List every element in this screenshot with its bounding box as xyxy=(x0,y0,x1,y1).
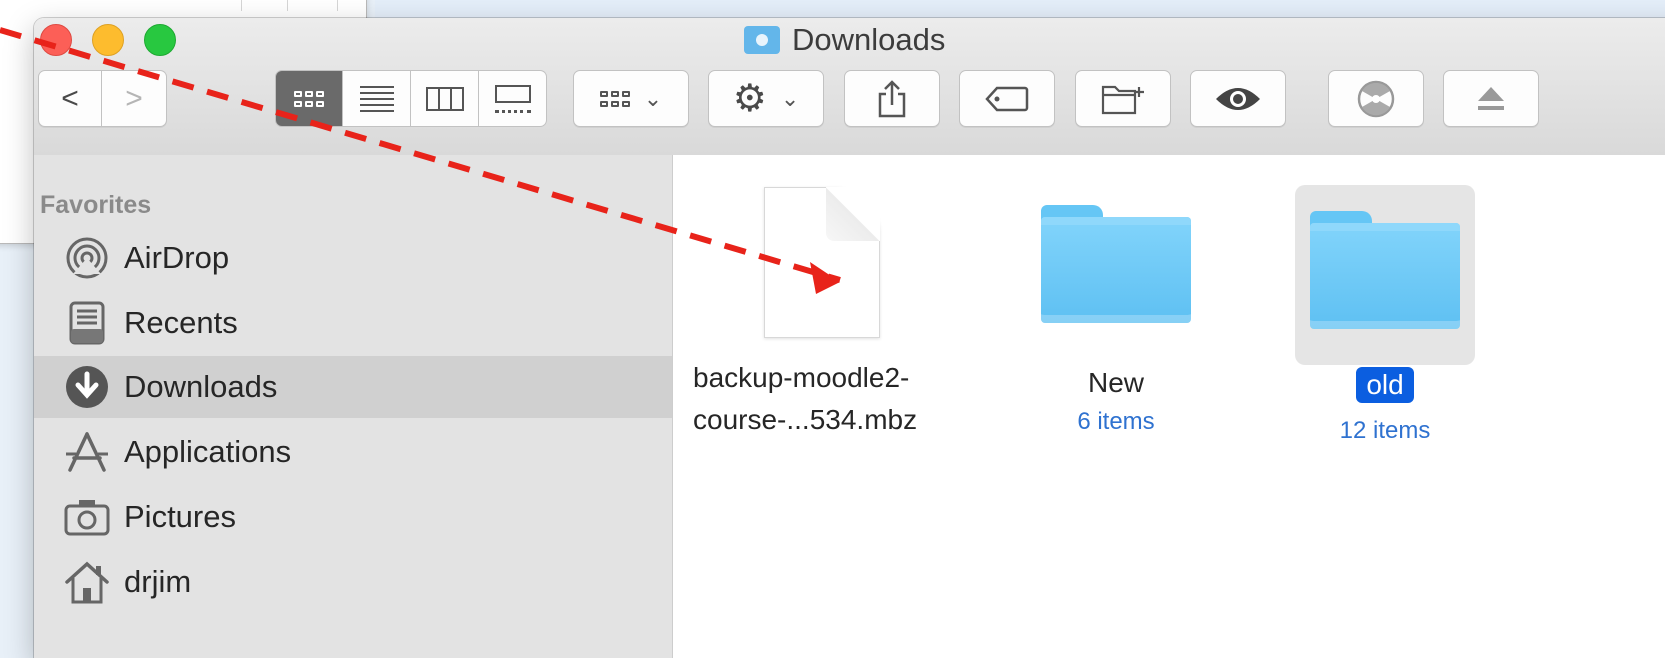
sidebar-item-label: Applications xyxy=(124,434,292,469)
sidebar-item-label: Downloads xyxy=(124,369,278,404)
new-folder-button[interactable] xyxy=(1075,70,1171,127)
folder-name[interactable]: old xyxy=(1356,367,1414,403)
folder-icon[interactable] xyxy=(1310,211,1460,329)
applications-icon xyxy=(62,430,112,474)
sidebar-item-airdrop[interactable]: AirDrop xyxy=(34,227,672,289)
zoom-button[interactable] xyxy=(144,24,176,56)
back-button[interactable]: < xyxy=(38,70,102,127)
file-name-line: backup-moodle2- xyxy=(693,362,910,393)
group-by-button[interactable]: ⌄ xyxy=(573,70,689,127)
icon-view-icon xyxy=(294,90,324,107)
view-mode-control xyxy=(275,70,547,127)
document-file-icon[interactable] xyxy=(764,187,880,338)
home-icon xyxy=(62,560,112,604)
folder-item-count: 6 items xyxy=(1077,408,1155,435)
chevron-left-icon: < xyxy=(61,81,79,115)
tag-button[interactable] xyxy=(959,70,1055,127)
gallery-view-icon xyxy=(494,84,531,113)
downloads-icon xyxy=(62,365,112,409)
sidebar-item-label: Pictures xyxy=(124,499,236,534)
file-browser: backup-moodle2- course-...534.mbz New 6 … xyxy=(673,155,1665,658)
close-button[interactable] xyxy=(40,24,72,56)
downloads-folder-icon xyxy=(744,26,780,54)
background-divider xyxy=(241,0,242,11)
group-by-icon xyxy=(599,90,630,107)
eye-icon xyxy=(1216,87,1260,110)
window-title-text: Downloads xyxy=(792,22,946,57)
file-name[interactable]: backup-moodle2- course-...534.mbz xyxy=(693,357,973,441)
sidebar-item-downloads[interactable]: Downloads xyxy=(34,356,672,418)
folder-item-count: 12 items xyxy=(1339,417,1431,444)
sidebar-heading: Favorites xyxy=(40,191,152,219)
finder-window: Downloads < > ⌄ ⚙ ⌄ Favorites AirDrop Re… xyxy=(34,18,1665,658)
background-divider xyxy=(337,0,338,11)
window-title: Downloads xyxy=(744,20,945,60)
sidebar-item-label: drjim xyxy=(124,564,192,599)
eject-button[interactable] xyxy=(1443,70,1539,127)
share-button[interactable] xyxy=(844,70,940,127)
icon-view-button[interactable] xyxy=(275,70,343,127)
title-bar: Downloads < > ⌄ ⚙ ⌄ xyxy=(34,18,1665,156)
chevron-right-icon: > xyxy=(125,81,143,115)
burn-button[interactable] xyxy=(1328,70,1424,127)
selected-folder-name-wrap: old xyxy=(1285,367,1485,403)
burn-icon xyxy=(1357,80,1395,117)
chevron-down-icon: ⌄ xyxy=(780,85,800,111)
new-folder-icon xyxy=(1101,85,1144,114)
folder-name[interactable]: New xyxy=(1041,367,1191,399)
gallery-view-button[interactable] xyxy=(479,70,547,127)
list-view-icon xyxy=(359,85,394,112)
airdrop-icon xyxy=(62,236,112,280)
column-view-icon xyxy=(425,86,464,111)
sidebar-item-pictures[interactable]: Pictures xyxy=(34,486,672,548)
minimize-button[interactable] xyxy=(92,24,124,56)
gear-icon: ⚙ xyxy=(732,78,767,120)
column-view-button[interactable] xyxy=(411,70,479,127)
action-button[interactable]: ⚙ ⌄ xyxy=(708,70,824,127)
sidebar-item-recents[interactable]: Recents xyxy=(34,292,672,354)
chevron-down-icon: ⌄ xyxy=(643,85,663,111)
sidebar-item-label: AirDrop xyxy=(124,240,230,275)
camera-icon xyxy=(62,495,112,539)
background-divider xyxy=(287,0,288,11)
sidebar: Favorites AirDrop Recents Downloads Appl… xyxy=(34,155,673,658)
share-icon xyxy=(878,79,906,117)
quick-look-button[interactable] xyxy=(1190,70,1286,127)
sidebar-item-home[interactable]: drjim xyxy=(34,551,672,613)
forward-button[interactable]: > xyxy=(102,70,167,127)
folder-icon[interactable] xyxy=(1041,205,1191,323)
sidebar-item-label: Recents xyxy=(124,305,238,340)
eject-icon xyxy=(1478,86,1504,110)
file-name-line: course-...534.mbz xyxy=(693,404,918,435)
recents-icon xyxy=(62,301,112,345)
list-view-button[interactable] xyxy=(343,70,411,127)
sidebar-item-applications[interactable]: Applications xyxy=(34,421,672,483)
tag-icon xyxy=(985,86,1029,111)
